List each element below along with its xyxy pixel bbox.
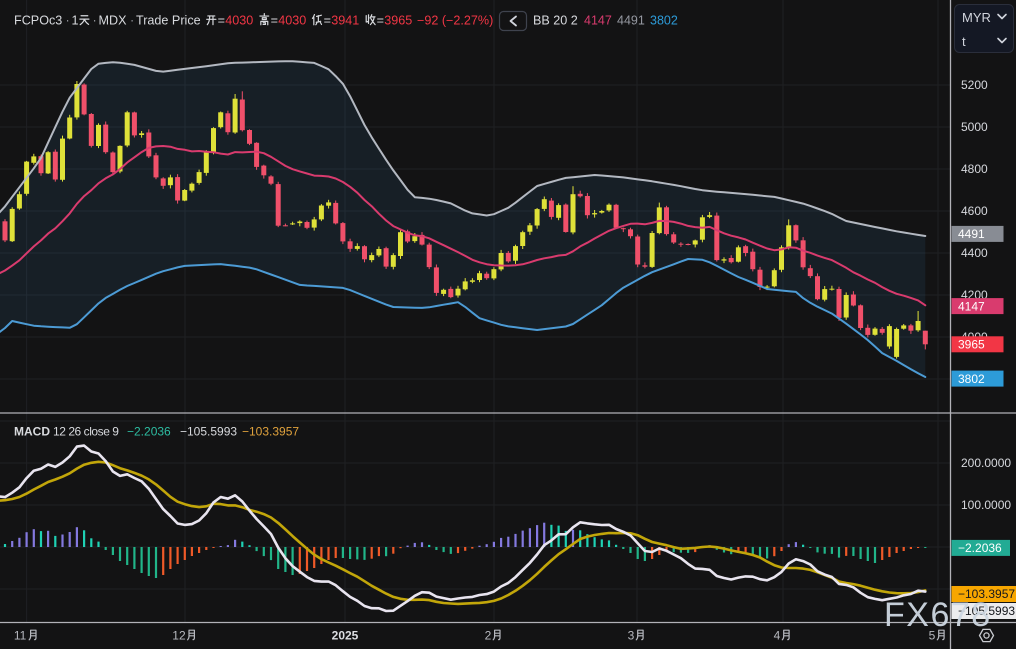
svg-text:4: 4 [774, 629, 781, 643]
svg-text:=: = [377, 14, 384, 28]
svg-text:3965: 3965 [958, 338, 985, 352]
svg-text:5000: 5000 [961, 120, 988, 134]
svg-text:FX678: FX678 [884, 596, 992, 634]
svg-text:4800: 4800 [961, 162, 988, 176]
svg-text:4147: 4147 [958, 299, 985, 313]
svg-text:5200: 5200 [961, 78, 988, 92]
svg-text:12: 12 [172, 629, 186, 643]
svg-text:MYR: MYR [962, 10, 991, 25]
svg-text:200.0000: 200.0000 [961, 456, 1011, 470]
svg-text:4600: 4600 [961, 204, 988, 218]
svg-text:4491: 4491 [617, 14, 645, 28]
svg-text:11: 11 [14, 629, 27, 643]
svg-text:1: 1 [72, 14, 79, 28]
svg-text:−103.3957: −103.3957 [242, 425, 299, 439]
svg-text:100.0000: 100.0000 [961, 498, 1011, 512]
svg-text:4030: 4030 [278, 14, 306, 28]
svg-text:4147: 4147 [584, 14, 612, 28]
svg-text:·: · [66, 14, 70, 28]
svg-text:4400: 4400 [961, 246, 988, 260]
svg-text:t: t [962, 34, 966, 49]
svg-text:−92 (−2.27%): −92 (−2.27%) [417, 14, 493, 28]
svg-text:4491: 4491 [958, 227, 985, 241]
svg-text:MDX: MDX [99, 14, 128, 28]
svg-text:=: = [218, 14, 225, 28]
svg-text:12 26 close 9: 12 26 close 9 [53, 425, 119, 439]
svg-text:2025: 2025 [332, 629, 359, 643]
svg-text:−105.5993: −105.5993 [180, 425, 237, 439]
svg-text:3965: 3965 [384, 14, 412, 28]
svg-text:MACD: MACD [14, 425, 50, 439]
svg-text:3: 3 [628, 629, 635, 643]
svg-text:3941: 3941 [331, 14, 359, 28]
svg-text:3802: 3802 [650, 14, 678, 28]
svg-text:3802: 3802 [958, 372, 985, 386]
svg-text:4030: 4030 [225, 14, 253, 28]
svg-text:=: = [271, 14, 278, 28]
svg-text:·: · [93, 14, 97, 28]
svg-text:2: 2 [485, 629, 492, 643]
svg-text:=: = [324, 14, 331, 28]
svg-text:·: · [130, 14, 134, 28]
svg-text:FCPOc3: FCPOc3 [14, 14, 62, 28]
svg-text:BB 20 2: BB 20 2 [533, 14, 578, 28]
svg-text:−2.2036: −2.2036 [127, 425, 171, 439]
svg-text:Trade Price: Trade Price [136, 14, 201, 28]
svg-text:−2.2036: −2.2036 [958, 541, 1002, 555]
